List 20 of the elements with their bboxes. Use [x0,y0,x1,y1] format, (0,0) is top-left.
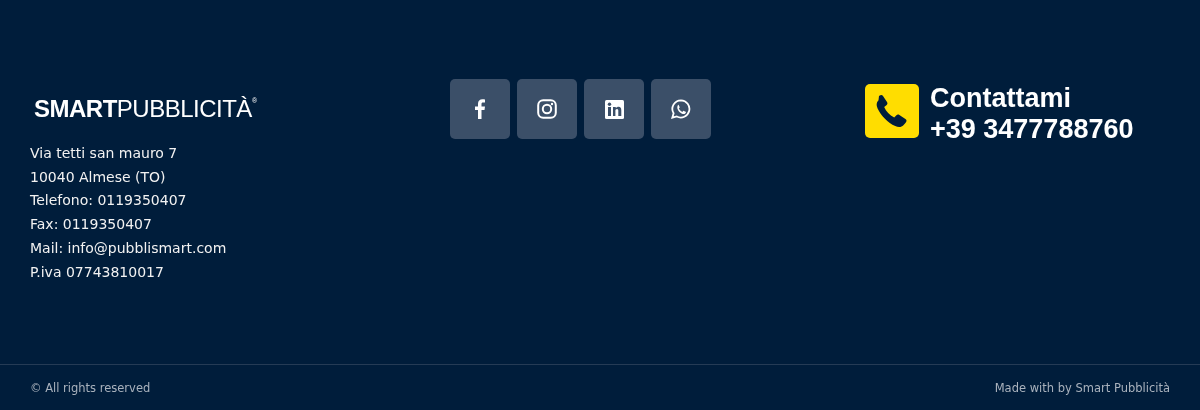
social-button[interactable] [450,79,510,139]
facebook-icon [475,99,485,119]
address-line: P.iva 07743810017 [30,262,164,282]
phone-number[interactable]: +39 3477788760 [930,114,1134,145]
copyright-text: © All rights reserved [30,380,151,395]
social-button[interactable] [584,79,644,139]
instagram-icon [537,99,557,119]
address-line: Fax: 0119350407 [30,215,152,235]
social-button[interactable] [651,79,711,139]
logo: SMARTPUBBLICITÀ$^{®}$ [33,94,257,123]
address-line: Telefono: 0119350407 [30,191,187,211]
address-line: Mail: info@pubblismart.com [30,238,227,258]
phone-icon [865,84,919,138]
contact-title: Contattami [930,83,1071,114]
linkedin-icon [604,99,624,119]
social-button[interactable] [517,79,577,139]
credit-text: Made with by Smart Pubblicità [994,380,1170,395]
address-line: 10040 Almese (TO) [30,167,166,187]
address-line: Via tetti san mauro 7 [30,144,178,163]
whatsapp-icon [671,99,691,119]
